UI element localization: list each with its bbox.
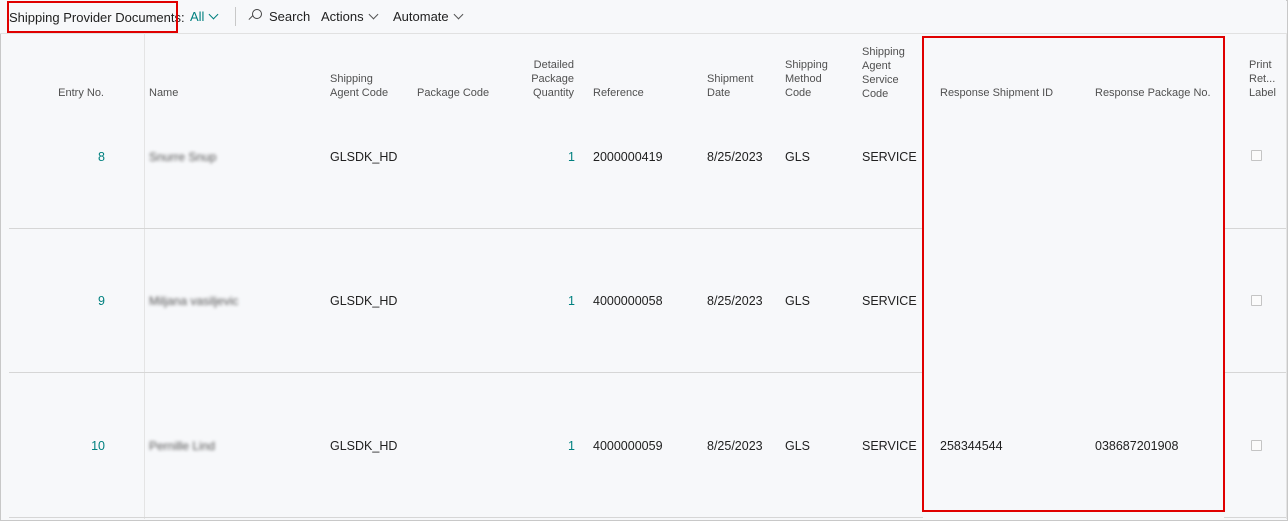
row-divider: [9, 228, 923, 229]
column-header-detailed-package-quantity[interactable]: Detailed Package Quantity: [510, 58, 574, 100]
cell-service-code: SERVICE: [862, 294, 917, 308]
cell-entry-no[interactable]: 9: [60, 293, 105, 309]
cell-shipping-agent-code: GLSDK_HD: [330, 294, 398, 308]
column-header-shipping-agent-service-code[interactable]: Shipping Agent Service Code: [862, 45, 905, 101]
cell-quantity[interactable]: 1: [540, 438, 575, 454]
response-columns-highlight-box: [922, 36, 1225, 512]
cell-shipping-method-code: GLS: [785, 150, 811, 164]
row-divider: [1224, 517, 1286, 518]
column-header-shipping-method-code[interactable]: Shipping Method Code: [785, 58, 828, 100]
actions-menu-button[interactable]: Actions: [321, 9, 379, 25]
search-button[interactable]: Search: [248, 9, 311, 25]
cell-shipping-method-code: GLS: [785, 439, 811, 453]
cell-quantity[interactable]: 1: [540, 149, 575, 165]
column-divider: [1286, 33, 1287, 519]
cell-reference: 4000000059: [593, 439, 663, 453]
view-filter-label: All: [190, 9, 205, 24]
chevron-down-icon: [453, 9, 464, 20]
column-header-package-code[interactable]: Package Code: [417, 86, 489, 100]
cell-shipment-date: 8/25/2023: [707, 150, 763, 164]
toolbar-divider: [235, 7, 236, 26]
cell-entry-no[interactable]: 10: [60, 438, 105, 454]
column-header-name[interactable]: Name: [149, 86, 178, 100]
row-divider: [1224, 228, 1286, 229]
column-header-shipment-date[interactable]: Shipment Date: [707, 72, 753, 100]
actions-label: Actions: [321, 9, 364, 24]
cell-name: Pernille Lind: [149, 439, 216, 453]
cell-service-code: SERVICE: [862, 439, 917, 453]
search-icon: [248, 9, 263, 23]
row-divider: [9, 372, 923, 373]
cell-shipping-agent-code: GLSDK_HD: [330, 150, 398, 164]
print-return-label-checkbox[interactable]: [1251, 150, 1262, 161]
chevron-down-icon: [368, 9, 379, 20]
row-divider: [1224, 372, 1286, 373]
title-highlight-box: [7, 1, 178, 33]
cell-name: Miljana vasiljevic: [149, 294, 239, 308]
automate-menu-button[interactable]: Automate: [393, 9, 464, 25]
cell-name: Snurre Snup: [149, 150, 217, 164]
print-return-label-checkbox[interactable]: [1251, 440, 1262, 451]
chevron-down-icon: [209, 9, 219, 20]
column-header-reference[interactable]: Reference: [593, 86, 644, 100]
action-bar: Shipping Provider Documents: All Search …: [0, 0, 1286, 34]
search-label: Search: [269, 9, 311, 24]
cell-shipment-date: 8/25/2023: [707, 439, 763, 453]
cell-reference: 2000000419: [593, 150, 663, 164]
column-header-entry-no[interactable]: Entry No.: [40, 86, 104, 100]
cell-reference: 4000000058: [593, 294, 663, 308]
column-divider: [144, 33, 145, 519]
cell-service-code: SERVICE: [862, 150, 917, 164]
column-header-shipping-agent-code[interactable]: Shipping Agent Code: [330, 72, 388, 100]
column-header-print-return-label[interactable]: Print Ret... Label: [1249, 58, 1276, 100]
cell-shipment-date: 8/25/2023: [707, 294, 763, 308]
row-divider: [9, 517, 923, 518]
cell-shipping-method-code: GLS: [785, 294, 811, 308]
cell-quantity[interactable]: 1: [540, 293, 575, 309]
print-return-label-checkbox[interactable]: [1251, 295, 1262, 306]
cell-shipping-agent-code: GLSDK_HD: [330, 439, 398, 453]
view-filter-all[interactable]: All: [190, 9, 219, 25]
automate-label: Automate: [393, 9, 449, 24]
cell-entry-no[interactable]: 8: [60, 149, 105, 165]
